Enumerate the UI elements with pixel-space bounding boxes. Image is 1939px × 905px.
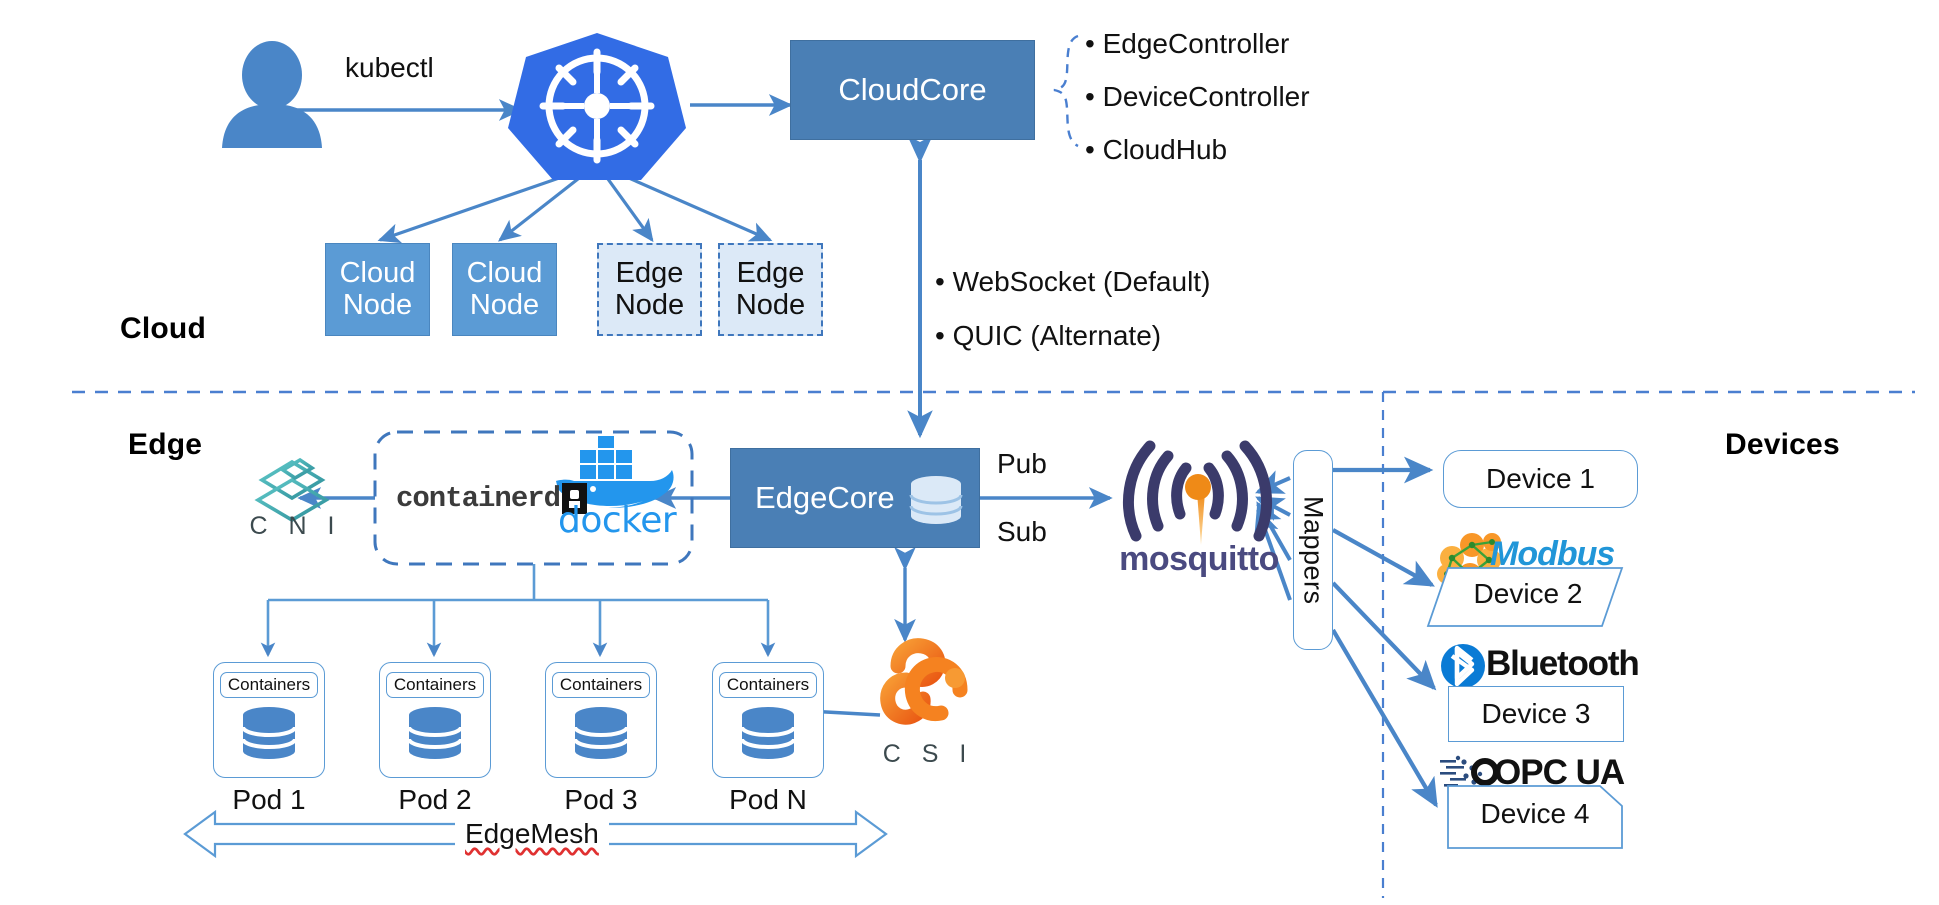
kubectl-label: kubectl bbox=[345, 52, 434, 83]
device-box-3[interactable]: Device 3 bbox=[1448, 686, 1624, 742]
cloud-node-label: Cloud Node bbox=[339, 257, 416, 321]
containers-badge: Containers bbox=[718, 672, 818, 698]
architecture-diagram: Cloud Edge Devices kubectl CloudCore • E… bbox=[0, 0, 1939, 905]
transport-options-list: • WebSocket (Default) • QUIC (Alternate) bbox=[935, 268, 1210, 350]
pod-database-icon bbox=[406, 706, 464, 765]
cloudcore-box[interactable]: CloudCore bbox=[790, 40, 1035, 140]
pod-box[interactable]: Containers bbox=[545, 662, 657, 778]
edge-node-box[interactable]: Edge Node bbox=[718, 243, 823, 336]
zone-label-edge: Edge bbox=[128, 428, 203, 461]
edgecore-box[interactable]: EdgeCore bbox=[730, 448, 980, 548]
pod-label: Pod N bbox=[729, 784, 807, 815]
opcua-logo-mark bbox=[1440, 755, 1499, 787]
csi-label: C S I bbox=[882, 740, 974, 768]
mappers-box[interactable]: Mappers bbox=[1293, 450, 1333, 650]
bluetooth-logo-label: Bluetooth bbox=[1486, 644, 1640, 683]
opcua-logo-label: OPC UA bbox=[1494, 753, 1625, 792]
containerd-label: containerd bbox=[396, 482, 561, 515]
transport-option-label: WebSocket (Default) bbox=[952, 266, 1211, 297]
cloudcore-components-list: • EdgeController • DeviceController • Cl… bbox=[1085, 30, 1310, 164]
cloudcore-component-label: EdgeController bbox=[1102, 28, 1290, 59]
transport-option-item: • QUIC (Alternate) bbox=[935, 320, 1162, 351]
zone-label-devices: Devices bbox=[1725, 428, 1840, 461]
cloudcore-component-label: DeviceController bbox=[1102, 81, 1310, 112]
transport-option-label: QUIC (Alternate) bbox=[952, 320, 1162, 351]
docker-label: docker bbox=[558, 500, 677, 541]
pod-box[interactable]: Containers bbox=[379, 662, 491, 778]
containers-badge: Containers bbox=[385, 672, 485, 698]
mosquitto-antenna-icon bbox=[1122, 440, 1273, 542]
cni-icon bbox=[254, 457, 330, 523]
device-label: Device 3 bbox=[1481, 698, 1591, 729]
mosquitto-pin-icon bbox=[1185, 474, 1211, 545]
pod-box[interactable]: Containers bbox=[712, 662, 824, 778]
csi-icon bbox=[880, 638, 968, 725]
cloudcore-component-label: CloudHub bbox=[1102, 134, 1228, 165]
edge-node-box[interactable]: Edge Node bbox=[597, 243, 702, 336]
pod-database-icon bbox=[240, 706, 298, 765]
edge-node-label: Edge Node bbox=[614, 257, 685, 321]
pod-database-icon bbox=[739, 706, 797, 765]
device-label-2: Device 2 bbox=[1473, 578, 1583, 609]
pub-label: Pub bbox=[997, 448, 1047, 479]
transport-option-item: • WebSocket (Default) bbox=[935, 266, 1211, 297]
edgemesh-label: EdgeMesh bbox=[455, 818, 609, 850]
kubernetes-icon bbox=[508, 33, 686, 180]
cloudcore-component-item: • EdgeController bbox=[1085, 28, 1290, 59]
pod-label: Pod 2 bbox=[398, 784, 472, 815]
device-box-1[interactable]: Device 1 bbox=[1443, 450, 1638, 508]
containers-badge: Containers bbox=[219, 672, 319, 698]
pod-label: Pod 1 bbox=[232, 784, 306, 815]
modbus-logo-label: Modbus bbox=[1490, 535, 1615, 573]
device-label-4: Device 4 bbox=[1480, 798, 1590, 829]
sub-label: Sub bbox=[997, 516, 1047, 547]
containers-badge: Containers bbox=[551, 672, 651, 698]
person-icon bbox=[222, 41, 322, 148]
mappers-label: Mappers bbox=[1298, 495, 1329, 605]
cloud-node-label: Cloud Node bbox=[466, 257, 543, 321]
cloudcore-component-item: • DeviceController bbox=[1085, 81, 1310, 112]
cloud-node-box[interactable]: Cloud Node bbox=[452, 243, 557, 336]
device-label: Device 1 bbox=[1486, 463, 1595, 494]
mosquitto-label: mosquitto bbox=[1119, 540, 1279, 578]
cloud-node-box[interactable]: Cloud Node bbox=[325, 243, 430, 336]
cloudcore-label: CloudCore bbox=[838, 72, 987, 108]
pod-label: Pod 3 bbox=[564, 784, 638, 815]
edge-node-label: Edge Node bbox=[735, 257, 806, 321]
bluetooth-logo-mark bbox=[1441, 644, 1485, 688]
database-icon bbox=[909, 475, 963, 525]
cni-label: C N I bbox=[249, 512, 342, 540]
cloudcore-component-item: • CloudHub bbox=[1085, 134, 1228, 165]
pod-box[interactable]: Containers bbox=[213, 662, 325, 778]
pod-database-icon bbox=[572, 706, 630, 765]
edgecore-label: EdgeCore bbox=[755, 480, 895, 516]
zone-label-cloud: Cloud bbox=[120, 312, 206, 345]
